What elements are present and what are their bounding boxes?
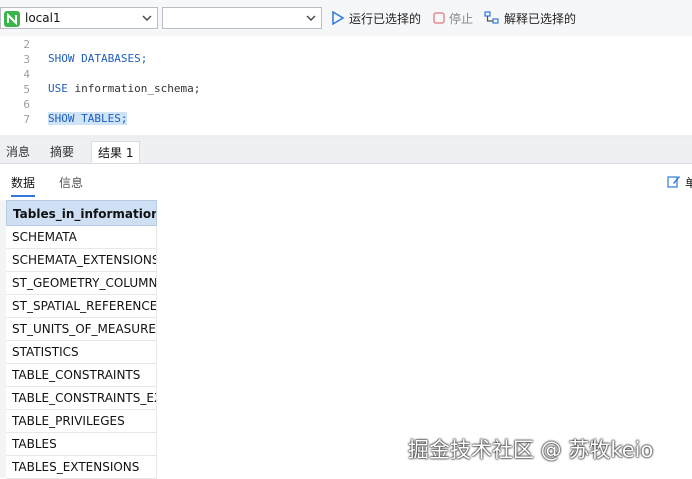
run-selected-button[interactable]: 运行已选择的 (331, 9, 421, 27)
table-row[interactable]: STATISTICS (6, 341, 157, 364)
table-row[interactable]: TABLES_EXTENSIONS (6, 456, 157, 479)
column-header[interactable]: Tables_in_information_schema (6, 200, 157, 226)
connection-icon (4, 11, 20, 27)
result-tabs: 消息 摘要 结果 1 (0, 139, 692, 164)
table-row[interactable]: ST_GEOMETRY_COLUMNS (6, 272, 157, 295)
table-row[interactable]: TABLES (6, 433, 157, 456)
edit-icon (667, 174, 681, 191)
subtab-info[interactable]: 信息 (59, 174, 83, 191)
tab-messages[interactable]: 消息 (0, 141, 36, 163)
query-toolbar: local1 运行已选择的 停止 解释已选择的 (0, 0, 692, 37)
code-line: USE information_schema; (48, 82, 201, 95)
line-number: 6 (23, 98, 30, 111)
run-selected-label: 运行已选择的 (349, 11, 422, 26)
explain-selected-label: 解释已选择的 (504, 11, 577, 26)
line-number: 4 (23, 68, 30, 81)
code-line: SHOW DATABASES; (48, 52, 148, 65)
table-row[interactable]: TABLE_PRIVILEGES (6, 410, 157, 433)
connection-name: local1 (25, 11, 61, 25)
edit-button[interactable]: 单 (667, 174, 692, 191)
stop-icon (433, 12, 445, 24)
code-line-selected: SHOW TABLES; (48, 112, 128, 125)
table-row[interactable]: ST_SPATIAL_REFERENCE_SYSTEMS (6, 295, 157, 318)
sql-editor[interactable]: 2 3 SHOW DATABASES; 4 5 USE information_… (0, 36, 692, 135)
explain-icon (484, 11, 500, 25)
database-select[interactable] (162, 7, 322, 29)
stop-label: 停止 (449, 11, 474, 26)
line-number: 2 (23, 38, 30, 51)
table-row[interactable]: TABLE_CONSTRAINTS (6, 364, 157, 387)
line-number: 5 (23, 83, 30, 96)
tab-result-1[interactable]: 结果 1 (91, 141, 141, 163)
play-icon (331, 11, 345, 25)
stop-button[interactable]: 停止 (433, 9, 473, 27)
table-row[interactable]: ST_UNITS_OF_MEASURE (6, 318, 157, 341)
table-row[interactable]: SCHEMATA_EXTENSIONS (6, 249, 157, 272)
edit-label: 单 (685, 176, 692, 190)
connection-select[interactable]: local1 (0, 7, 158, 29)
result-subtabs: 数据 信息 单 (0, 164, 692, 200)
result-grid: Tables_in_information_schema SCHEMATA SC… (6, 200, 157, 479)
subtab-data[interactable]: 数据 (11, 174, 36, 197)
line-number: 3 (23, 53, 30, 66)
line-number: 7 (23, 113, 30, 126)
table-row[interactable]: TABLE_CONSTRAINTS_EXTENSIONS (6, 387, 157, 410)
chevron-down-icon (141, 12, 153, 24)
chevron-down-icon (305, 12, 317, 24)
table-row[interactable]: SCHEMATA (6, 226, 157, 249)
explain-selected-button[interactable]: 解释已选择的 (484, 9, 576, 27)
tab-summary[interactable]: 摘要 (44, 141, 80, 163)
watermark: 掘金技术社区 @ 苏牧keio (408, 438, 654, 462)
